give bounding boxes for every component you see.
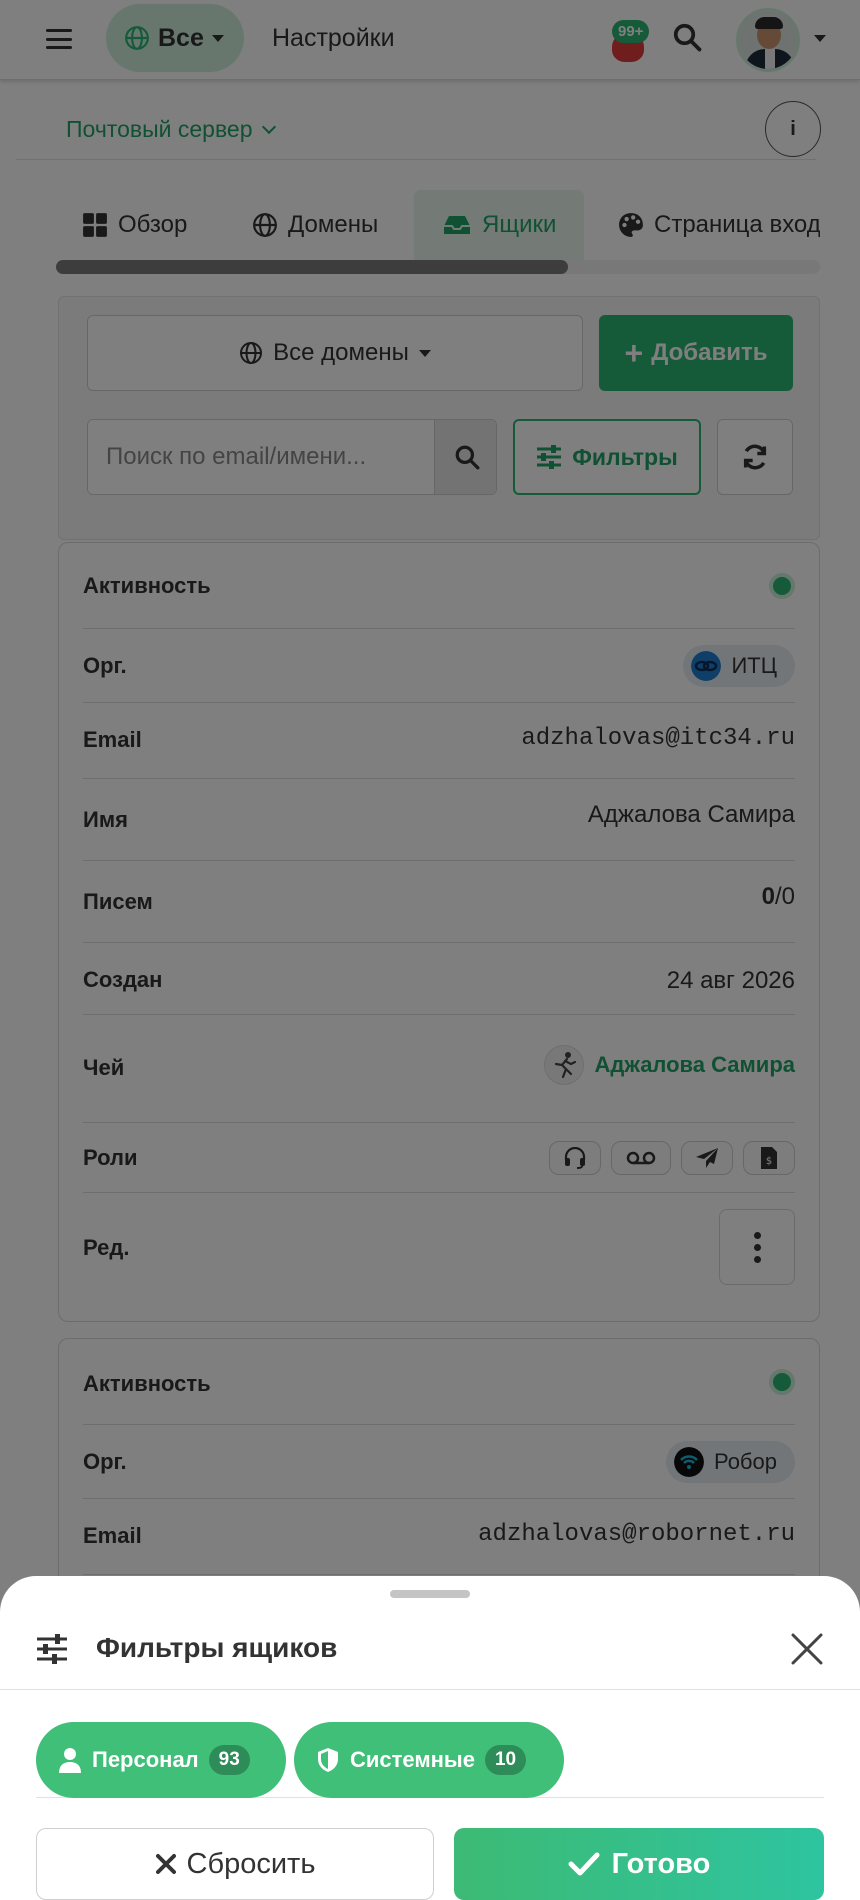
filter-chip-personal[interactable]: Персонал 93 bbox=[36, 1722, 286, 1798]
chip-label: Персонал bbox=[92, 1747, 199, 1772]
close-icon bbox=[155, 1854, 176, 1874]
reset-label: Сбросить bbox=[186, 1847, 316, 1880]
sheet-header: Фильтры ящиков bbox=[0, 1606, 860, 1690]
done-button[interactable]: Готово bbox=[454, 1828, 824, 1900]
sheet-title: Фильтры ящиков bbox=[96, 1632, 338, 1663]
filter-chip-system[interactable]: Системные 10 bbox=[294, 1722, 564, 1798]
chip-label: Системные bbox=[350, 1747, 475, 1772]
user-icon bbox=[59, 1748, 81, 1773]
sliders-icon bbox=[37, 1634, 67, 1664]
filters-bottom-sheet: Фильтры ящиков Персонал 93 Системные 10 … bbox=[0, 1576, 860, 1900]
check-icon bbox=[568, 1852, 600, 1876]
close-icon[interactable] bbox=[790, 1632, 824, 1666]
done-label: Готово bbox=[611, 1847, 711, 1880]
chip-count: 10 bbox=[484, 1745, 527, 1775]
shield-icon bbox=[318, 1748, 338, 1772]
sheet-drag-handle[interactable] bbox=[390, 1590, 470, 1598]
reset-button[interactable]: Сбросить bbox=[36, 1828, 434, 1900]
chip-count: 93 bbox=[208, 1745, 250, 1775]
filter-chips: Персонал 93 Системные 10 bbox=[36, 1722, 824, 1798]
